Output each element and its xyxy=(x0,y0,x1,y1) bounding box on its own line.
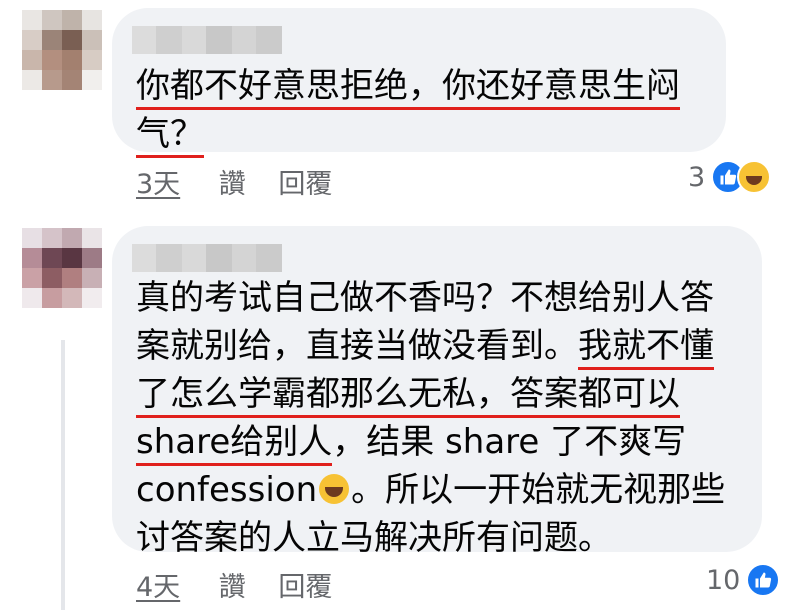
comment-bubble: 真的考试自己做不香吗？不想给别人答 案就别给，直接当做没看到。我就不懂 了怎么学… xyxy=(112,226,762,558)
comment-text: 你都不好意思拒绝，你还好意思生闷 气？ xyxy=(136,62,680,158)
reaction-count: 3 xyxy=(688,161,706,193)
comment-text-segment: 真的考试自己做不香吗？不想给别人答 xyxy=(136,278,714,318)
comment-actions: 4天 讚 回覆 xyxy=(136,565,332,604)
haha-icon xyxy=(737,160,772,194)
comment-line: 真的考试自己做不香吗？不想给别人答 xyxy=(136,274,725,322)
comment-line: 讨答案的人立马解决所有问题。 xyxy=(136,514,725,562)
highlighted-text: share给别人 xyxy=(136,422,333,466)
comment-text-segment: 。所以一开始就无视那些 xyxy=(351,470,726,510)
highlighted-text: 了怎么学霸都那么无私，答案都可以 xyxy=(136,374,680,418)
laughing-tears-emoji-icon xyxy=(319,474,350,504)
avatar[interactable] xyxy=(22,10,102,90)
comment-line: confession 。所以一开始就无视那些 xyxy=(136,466,725,514)
comment-line: share给别人，结果 share 了不爽写 xyxy=(136,418,725,466)
comment-text: 真的考试自己做不香吗？不想给别人答 案就别给，直接当做没看到。我就不懂 了怎么学… xyxy=(136,274,725,562)
comment-line: 案就别给，直接当做没看到。我就不懂 xyxy=(136,322,725,370)
comment-line: 了怎么学霸都那么无私，答案都可以 xyxy=(136,370,725,418)
like-icon xyxy=(746,563,781,597)
comment-text-segment: confession xyxy=(136,470,318,510)
comment-line: 气？ xyxy=(136,110,680,158)
commenter-name[interactable] xyxy=(132,26,282,54)
thread-line xyxy=(61,340,65,610)
comment-text-segment: 讨答案的人立马解决所有问题。 xyxy=(136,518,612,558)
highlighted-text: 你都不好意思拒绝，你还好意思生闷 xyxy=(136,66,680,110)
timestamp-link[interactable]: 3天 xyxy=(136,162,180,201)
comment-actions: 3天 讚 回覆 xyxy=(136,162,332,201)
comment-text-segment: 案就别给，直接当做没看到。 xyxy=(136,326,578,366)
like-button[interactable]: 讚 xyxy=(219,162,246,201)
like-button[interactable]: 讚 xyxy=(219,565,246,604)
reactions-summary[interactable]: 3 xyxy=(688,160,772,194)
highlighted-text: 气？ xyxy=(136,114,204,158)
reactions-summary[interactable]: 10 xyxy=(706,563,781,597)
reply-button[interactable]: 回覆 xyxy=(278,162,332,201)
highlighted-text: 我就不懂 xyxy=(578,326,714,370)
reply-button[interactable]: 回覆 xyxy=(278,565,332,604)
comment-line: 你都不好意思拒绝，你还好意思生闷 xyxy=(136,62,680,110)
reaction-count: 10 xyxy=(706,564,741,596)
commenter-name[interactable] xyxy=(132,244,282,272)
avatar[interactable] xyxy=(22,228,102,308)
timestamp-link[interactable]: 4天 xyxy=(136,565,180,604)
comment-bubble: 你都不好意思拒绝，你还好意思生闷 气？ xyxy=(112,8,726,158)
comment-text-segment: ，结果 share 了不爽写 xyxy=(332,422,687,462)
